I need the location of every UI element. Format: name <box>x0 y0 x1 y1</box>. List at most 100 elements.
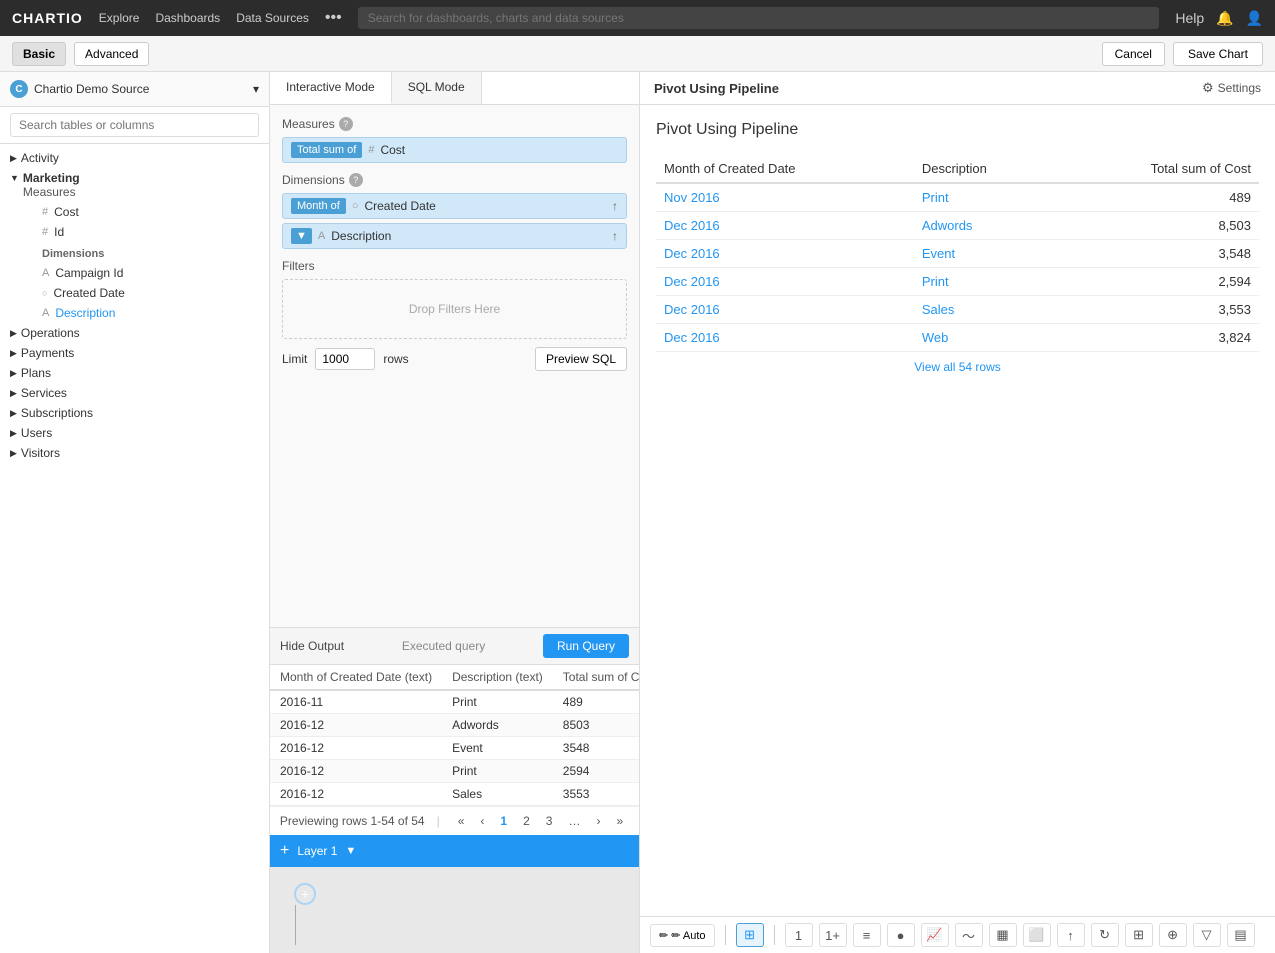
chart-type-pivot[interactable]: ↻ <box>1091 923 1119 947</box>
dim2-field: Description <box>331 229 391 243</box>
dim2-sort-btn[interactable]: ↑ <box>612 229 618 243</box>
hide-output-button[interactable]: Hide Output <box>280 639 344 653</box>
tree-item-visitors[interactable]: ▶ Visitors <box>0 443 269 463</box>
user-icon[interactable]: 👤 <box>1246 10 1263 27</box>
tab-advanced[interactable]: Advanced <box>74 42 149 66</box>
chart-type-grid[interactable]: ⊞ <box>1125 923 1153 947</box>
table-cell: 2016-12 <box>270 783 442 806</box>
dim-row-1[interactable]: Month of ○ Created Date ↑ <box>282 193 627 219</box>
table-cell: Print <box>442 760 553 783</box>
cancel-button[interactable]: Cancel <box>1102 42 1165 66</box>
chart-type-pie[interactable]: ● <box>887 923 915 947</box>
table-row: 2016-12Adwords8503 <box>270 714 639 737</box>
help-link[interactable]: Help <box>1175 10 1204 26</box>
filters-section-label: Filters <box>282 259 627 273</box>
connector-line <box>295 905 296 945</box>
nav-more[interactable]: ••• <box>325 9 342 27</box>
tree-item-users[interactable]: ▶ Users <box>0 423 269 443</box>
dim-row-2[interactable]: ▼ A Description ↑ <box>282 223 627 249</box>
page-next[interactable]: › <box>590 812 606 830</box>
page-1[interactable]: 1 <box>494 812 513 830</box>
preview-sql-button[interactable]: Preview SQL <box>535 347 627 371</box>
table-cell: 489 <box>553 690 639 714</box>
tree-item-operations[interactable]: ▶ Operations <box>0 323 269 343</box>
top-nav: CHARTIO Explore Dashboards Data Sources … <box>0 0 1275 36</box>
dim1-sort-btn[interactable]: ↑ <box>612 199 618 213</box>
chart-type-1[interactable]: 1 <box>785 923 813 947</box>
tree-leaf-cost[interactable]: # Cost <box>16 202 269 222</box>
chart-type-list[interactable]: ≡ <box>853 923 881 947</box>
mode-tabs: Interactive Mode SQL Mode <box>270 72 639 105</box>
arrow-subscriptions: ▶ <box>10 408 17 419</box>
table-cell: 3553 <box>553 783 639 806</box>
chart-type-calendar[interactable]: ▤ <box>1227 923 1255 947</box>
data-source-selector[interactable]: C Chartio Demo Source ▾ <box>0 72 269 107</box>
tree-label-measures: Measures <box>23 185 80 199</box>
page-2[interactable]: 2 <box>517 812 536 830</box>
table-cell: 2016-11 <box>270 690 442 714</box>
tree-item-plans[interactable]: ▶ Plans <box>0 363 269 383</box>
pivot-chart-title: Pivot Using Pipeline <box>656 121 1259 139</box>
measures-help-icon[interactable]: ? <box>339 117 353 131</box>
measure-row[interactable]: Total sum of # Cost <box>282 137 627 163</box>
toolbar-right: Cancel Save Chart <box>1102 42 1263 66</box>
rows-label: rows <box>383 352 408 366</box>
page-3[interactable]: 3 <box>540 812 559 830</box>
pivot-cell-desc: Adwords <box>914 212 1056 240</box>
tab-sql[interactable]: SQL Mode <box>392 72 482 104</box>
auto-chart-button[interactable]: ✏ ✏ Auto <box>650 924 715 947</box>
chart-type-area[interactable]: 〜 <box>955 923 983 947</box>
layer-dropdown-icon[interactable]: ▼ <box>345 845 356 857</box>
table-row: 2016-11Print489 <box>270 690 639 714</box>
nav-dashboards[interactable]: Dashboards <box>155 11 220 25</box>
pivot-cell-desc: Print <box>914 183 1056 212</box>
tab-basic[interactable]: Basic <box>12 42 66 66</box>
run-query-button[interactable]: Run Query <box>543 634 629 658</box>
tree-item-subscriptions[interactable]: ▶ Subscriptions <box>0 403 269 423</box>
col-header-cost: Total sum of Cost (integer) <box>553 665 639 690</box>
pivot-cell-value: 3,553 <box>1055 296 1259 324</box>
table-chart-button[interactable]: ⊞ <box>736 923 764 947</box>
tree-item-activity[interactable]: ▶ Activity <box>0 148 269 168</box>
limit-input[interactable] <box>315 348 375 370</box>
save-chart-button[interactable]: Save Chart <box>1173 42 1263 66</box>
chart-type-up[interactable]: ↑ <box>1057 923 1085 947</box>
tab-interactive[interactable]: Interactive Mode <box>270 72 392 104</box>
chart-type-plus[interactable]: ⊕ <box>1159 923 1187 947</box>
page-prev[interactable]: ‹ <box>474 812 490 830</box>
tree-leaf-id[interactable]: # Id <box>16 222 269 242</box>
add-layer-circle-button[interactable]: + <box>294 883 316 905</box>
tree-item-services[interactable]: ▶ Services <box>0 383 269 403</box>
page-last[interactable]: » <box>610 812 629 830</box>
tree-item-payments[interactable]: ▶ Payments <box>0 343 269 363</box>
pivot-cell-value: 8,503 <box>1055 212 1259 240</box>
settings-button[interactable]: ⚙ Settings <box>1202 80 1261 96</box>
middle-section: Measures ? Total sum of # Cost Dimension… <box>270 105 639 953</box>
tree-item-marketing[interactable]: ▼ Marketing Measures <box>0 168 269 202</box>
page-first[interactable]: « <box>452 812 471 830</box>
nav-explore[interactable]: Explore <box>99 11 140 25</box>
tree-leaf-description[interactable]: A Description <box>16 303 269 323</box>
tree-leaf-created-date[interactable]: ○ Created Date <box>16 283 269 303</box>
nav-data-sources[interactable]: Data Sources <box>236 11 309 25</box>
nav-search-input[interactable] <box>358 7 1160 29</box>
layer-add-button[interactable]: + <box>280 842 289 860</box>
logo: CHARTIO <box>12 10 83 26</box>
table-row: Dec 2016Event3,548 <box>656 240 1259 268</box>
arrow-services: ▶ <box>10 388 17 399</box>
chart-type-scatter[interactable]: ⬜ <box>1023 923 1051 947</box>
measure-field: Cost <box>380 143 405 157</box>
chart-type-line[interactable]: 📈 <box>921 923 949 947</box>
pencil-icon: ✏ <box>659 929 668 942</box>
view-all-link[interactable]: View all 54 rows <box>656 352 1259 382</box>
main-layout: C Chartio Demo Source ▾ ▶ Activity ▼ Mar… <box>0 72 1275 953</box>
toolbar-divider2 <box>774 925 775 945</box>
dimensions-help-icon[interactable]: ? <box>349 173 363 187</box>
chart-type-filter[interactable]: ▽ <box>1193 923 1221 947</box>
type-icon-created-date: ○ <box>42 288 47 298</box>
tree-leaf-campaign-id[interactable]: A Campaign Id <box>16 263 269 283</box>
chart-type-bar[interactable]: ▦ <box>989 923 1017 947</box>
table-search-input[interactable] <box>10 113 259 137</box>
chart-type-1plus[interactable]: 1+ <box>819 923 847 947</box>
table-row: 2016-12Sales3553 <box>270 783 639 806</box>
